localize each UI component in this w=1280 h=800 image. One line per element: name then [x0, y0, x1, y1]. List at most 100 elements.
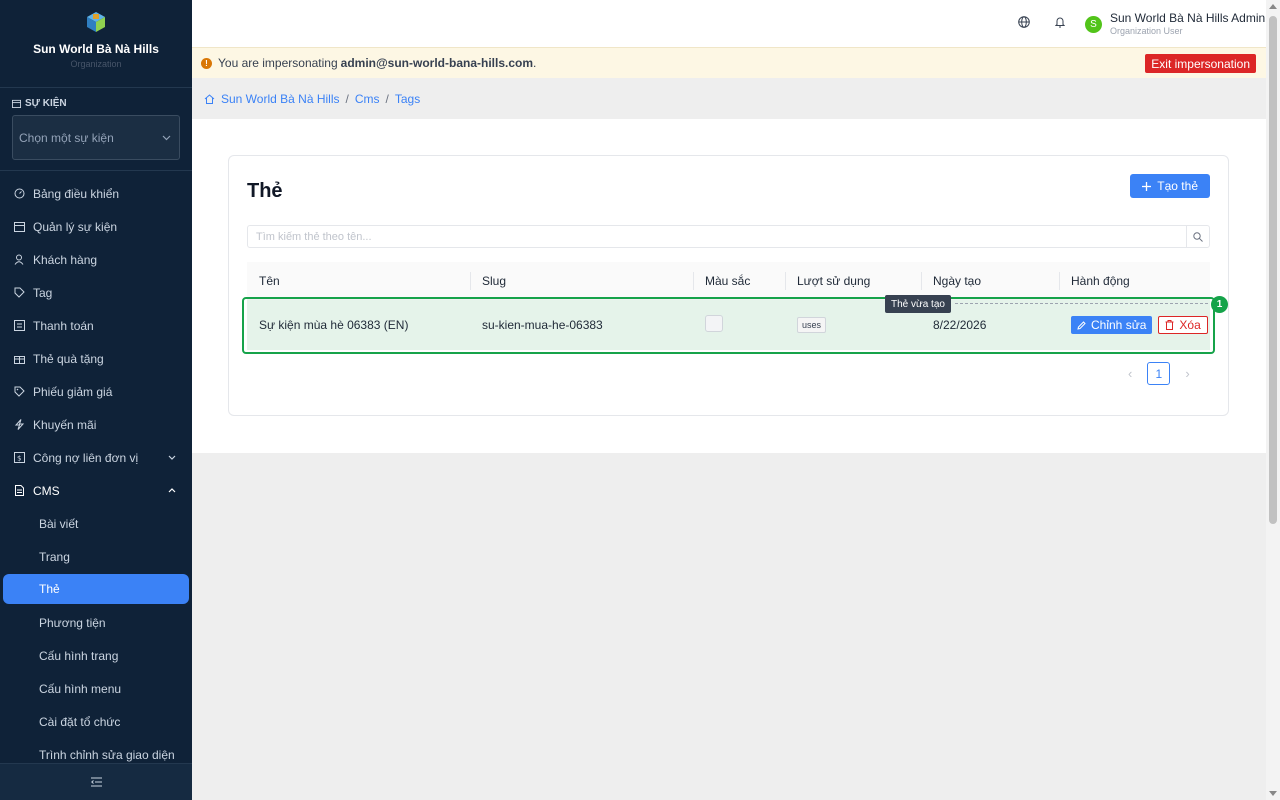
page-title: Thẻ	[247, 180, 283, 202]
sidebar-item-debt[interactable]: $ Công nợ liên đơn vị	[0, 441, 192, 474]
sidebar-item-promotions[interactable]: Khuyến mãi	[0, 408, 192, 441]
column-header-name: Tên	[259, 273, 280, 288]
event-label-text: SỰ KIỆN	[25, 98, 67, 109]
sidebar-item-label: Công nợ liên đơn vị	[33, 450, 139, 465]
trash-icon	[1165, 320, 1174, 330]
sidebar-item-label: Khuyến mãi	[33, 417, 97, 432]
table-row: Sự kiện mùa hè 06383 (EN) su-kien-mua-he…	[247, 300, 1210, 350]
payment-icon	[14, 320, 25, 331]
top-bar: S Sun World Bà Nà Hills Admin Organizati…	[192, 0, 1266, 47]
sidebar-item-label: Tag	[33, 285, 53, 300]
brand-name: Sun World Bà Nà Hills	[33, 42, 159, 56]
gift-icon	[14, 353, 25, 364]
tags-card: Thẻ Tạo thẻ Tên Slug Màu sắc Lượt sử dụn…	[228, 155, 1229, 416]
scrollbar-thumb[interactable]	[1269, 16, 1277, 524]
brand-logo-icon	[87, 12, 105, 32]
sidebar-sub-posts[interactable]: Bài viết	[0, 507, 192, 540]
main-content: Thẻ Tạo thẻ Tên Slug Màu sắc Lượt sử dụn…	[192, 119, 1266, 453]
scrollbar[interactable]	[1266, 0, 1280, 800]
sidebar-item-dashboard[interactable]: Bảng điều khiển	[0, 177, 192, 210]
users-icon	[14, 254, 25, 265]
edit-button[interactable]: Chỉnh sửa	[1071, 316, 1153, 334]
event-select[interactable]: Chọn một sự kiện	[12, 115, 180, 160]
scroll-down-arrow-icon[interactable]	[1269, 791, 1277, 796]
sidebar-item-label: Phiếu giảm giá	[33, 384, 113, 399]
document-icon	[14, 485, 25, 496]
sidebar-item-customers[interactable]: Khách hàng	[0, 243, 192, 276]
sidebar-sub-org-settings[interactable]: Cài đặt tổ chức	[0, 705, 192, 738]
search-input[interactable]	[248, 226, 1186, 247]
sidebar-item-label: CMS	[33, 483, 60, 498]
user-menu[interactable]: S Sun World Bà Nà Hills Admin Organizati…	[1085, 11, 1265, 36]
promo-icon	[14, 419, 25, 430]
color-swatch	[705, 314, 723, 332]
cell-slug: su-kien-mua-he-06383	[482, 318, 603, 332]
pencil-icon	[1077, 320, 1086, 330]
search-bar	[247, 225, 1210, 248]
highlight-tooltip: Thẻ vừa tạo	[885, 295, 951, 313]
next-page-icon[interactable]: ›	[1185, 366, 1189, 381]
debt-icon: $	[14, 452, 25, 463]
event-label: SỰ KIỆN	[12, 98, 180, 109]
column-header-actions: Hành động	[1059, 262, 1210, 299]
chevron-down-icon	[162, 135, 171, 140]
chevron-down-icon	[168, 455, 176, 460]
sidebar-nav: Bảng điều khiển Quản lý sự kiện Khách hà…	[0, 171, 192, 771]
create-tag-label: Tạo thẻ	[1157, 179, 1198, 193]
sidebar-collapse-button[interactable]	[0, 763, 192, 800]
calendar-small-icon	[12, 99, 21, 108]
search-button[interactable]	[1186, 226, 1209, 247]
globe-icon[interactable]	[1018, 16, 1030, 28]
column-header-slug: Slug	[470, 262, 693, 299]
page-button[interactable]: 1	[1147, 362, 1171, 385]
search-icon	[1193, 231, 1203, 242]
svg-text:$: $	[17, 455, 21, 463]
table-header: Tên Slug Màu sắc Lượt sử dụng Ngày tạo H…	[247, 262, 1210, 300]
sidebar-item-events[interactable]: Quản lý sự kiện	[0, 210, 192, 243]
event-select-value: Chọn một sự kiện	[19, 130, 114, 145]
user-name: Sun World Bà Nà Hills Admin	[1110, 11, 1266, 25]
sidebar-sub-media[interactable]: Phương tiện	[0, 606, 192, 639]
sidebar-sub-page-config[interactable]: Cấu hình trang	[0, 639, 192, 672]
sidebar-item-label: Quản lý sự kiện	[33, 219, 118, 234]
delete-button[interactable]: Xóa	[1158, 316, 1208, 334]
banner-email: admin@sun-world-bana-hills.com	[340, 56, 534, 70]
usage-tag: uses	[797, 317, 827, 333]
cell-name: Sự kiện mùa hè 06383 (EN)	[259, 318, 409, 332]
edit-label: Chỉnh sửa	[1091, 318, 1147, 332]
tags-table: Tên Slug Màu sắc Lượt sử dụng Ngày tạo H…	[247, 262, 1210, 350]
sidebar-sub-pages[interactable]: Trang	[0, 540, 192, 573]
prev-page-icon[interactable]: ‹	[1128, 366, 1132, 381]
pagination: ‹ 1 ›	[1128, 362, 1190, 385]
sidebar-item-tag[interactable]: Tag	[0, 276, 192, 309]
calendar-icon	[14, 221, 25, 232]
banner-period: .	[533, 56, 537, 70]
avatar: S	[1085, 16, 1102, 33]
breadcrumb-org[interactable]: Sun World Bà Nà Hills	[221, 92, 340, 106]
sidebar-item-payment[interactable]: Thanh toán	[0, 309, 192, 342]
sidebar-item-coupons[interactable]: Phiếu giảm giá	[0, 375, 192, 408]
bell-icon[interactable]	[1055, 16, 1065, 28]
create-tag-button[interactable]: Tạo thẻ	[1130, 174, 1210, 198]
sidebar-item-gift-cards[interactable]: Thẻ quà tặng	[0, 342, 192, 375]
scroll-up-arrow-icon[interactable]	[1269, 4, 1277, 9]
impersonation-banner: ! You are impersonating admin@sun-world-…	[192, 47, 1266, 78]
coupon-icon	[14, 386, 25, 397]
tag-icon	[14, 287, 25, 298]
event-section: SỰ KIỆN Chọn một sự kiện	[0, 88, 192, 171]
highlight-connector	[955, 303, 1208, 304]
sidebar-sub-tags[interactable]: Thẻ	[3, 574, 189, 604]
column-header-created: Ngày tạo	[921, 262, 1059, 299]
sidebar-item-cms[interactable]: CMS	[0, 474, 192, 507]
exit-impersonation-button[interactable]: Exit impersonation	[1145, 54, 1256, 73]
breadcrumb-cms[interactable]: Cms	[355, 92, 380, 106]
column-header-usage: Lượt sử dụng	[785, 262, 921, 299]
home-icon	[204, 93, 215, 104]
breadcrumb-tags[interactable]: Tags	[395, 92, 420, 106]
sidebar-sub-menu-config[interactable]: Cấu hình menu	[0, 672, 192, 705]
dashboard-icon	[14, 188, 25, 199]
brand-subtitle: Organization	[70, 59, 122, 69]
banner-text: You are impersonating	[218, 56, 338, 70]
breadcrumb: Sun World Bà Nà Hills / Cms / Tags	[192, 78, 1266, 119]
warning-icon: !	[201, 57, 212, 69]
